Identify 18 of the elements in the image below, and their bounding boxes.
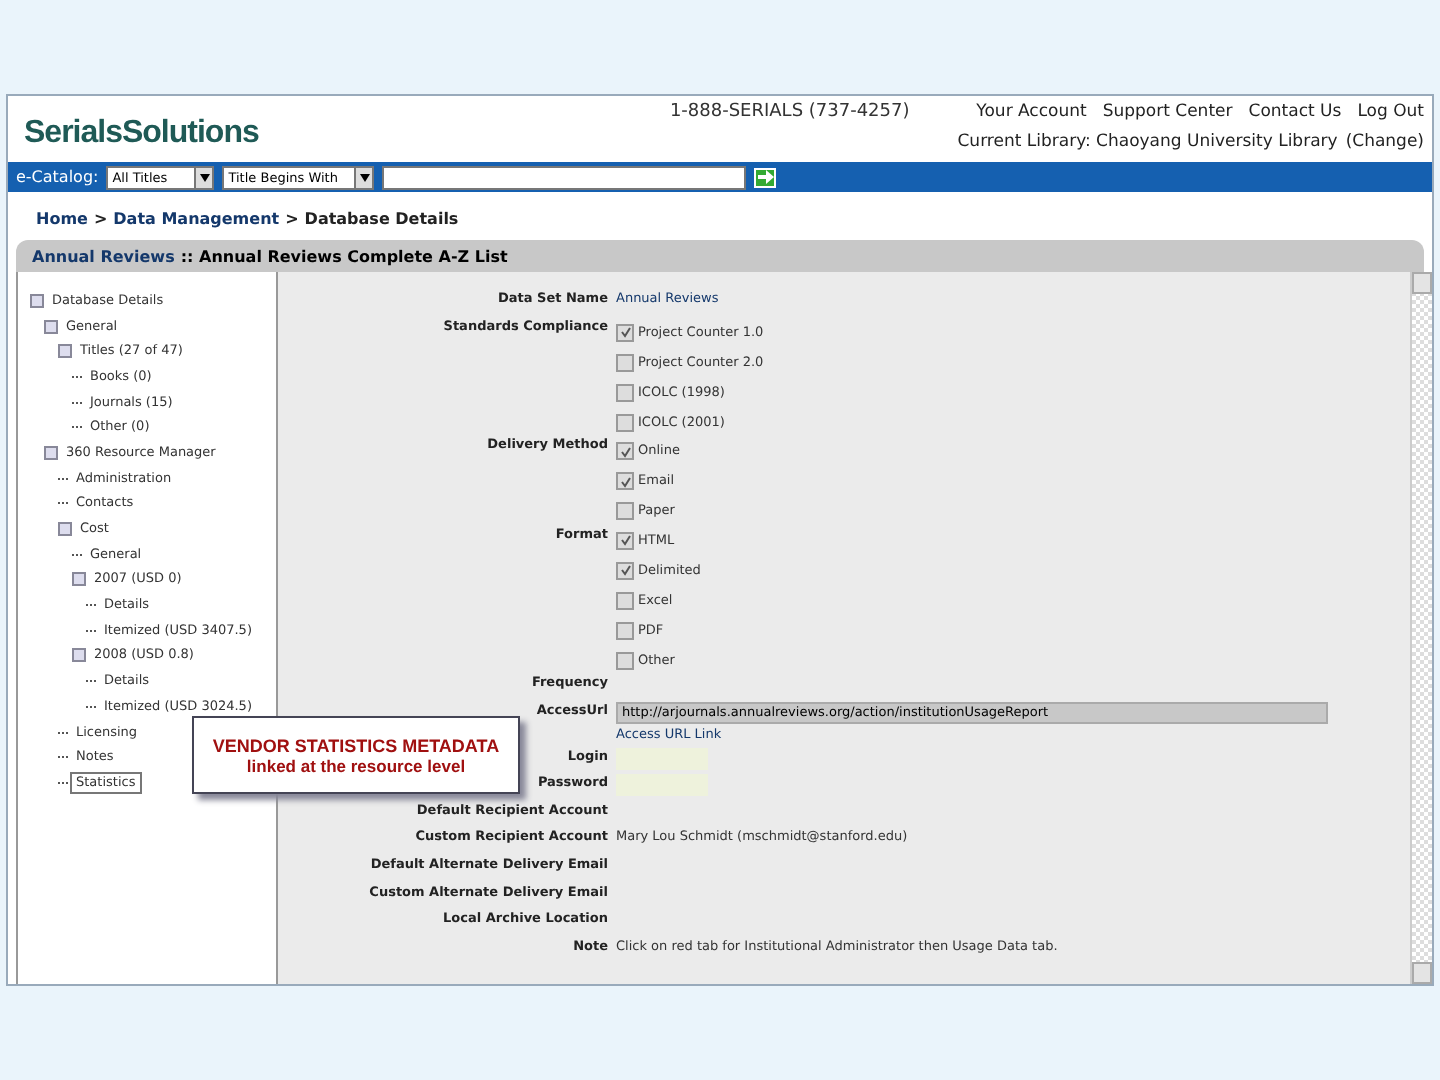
phone-number: 1-888-SERIALS (737-4257) <box>669 102 910 122</box>
provider-link[interactable]: Annual Reviews <box>32 247 175 265</box>
breadcrumb-link[interactable]: Data Management <box>113 210 280 228</box>
header-link[interactable]: Your Account <box>976 102 1087 122</box>
database-title: :: Annual Reviews Complete A-Z List <box>180 247 508 265</box>
current-library: Current Library: Chaoyang University Library <box>957 132 1338 152</box>
callout-title: VENDOR STATISTICS METADATA <box>212 735 500 755</box>
callout-subtitle: linked at the resource level <box>246 755 466 775</box>
header-link[interactable]: Contact Us <box>1248 102 1342 122</box>
header-link[interactable]: Log Out <box>1357 102 1424 122</box>
logo: SerialsSolutions <box>24 116 259 152</box>
change-link[interactable]: (Change) <box>1345 132 1424 152</box>
breadcrumb-separator: > <box>93 210 108 228</box>
search-label: e-Catalog: <box>16 168 99 186</box>
breadcrumb-separator: > <box>285 210 299 228</box>
header-link[interactable]: Support Center <box>1102 102 1233 122</box>
breadcrumb-link[interactable]: Database Details <box>304 210 459 228</box>
breadcrumb-link[interactable]: Home <box>36 210 88 228</box>
